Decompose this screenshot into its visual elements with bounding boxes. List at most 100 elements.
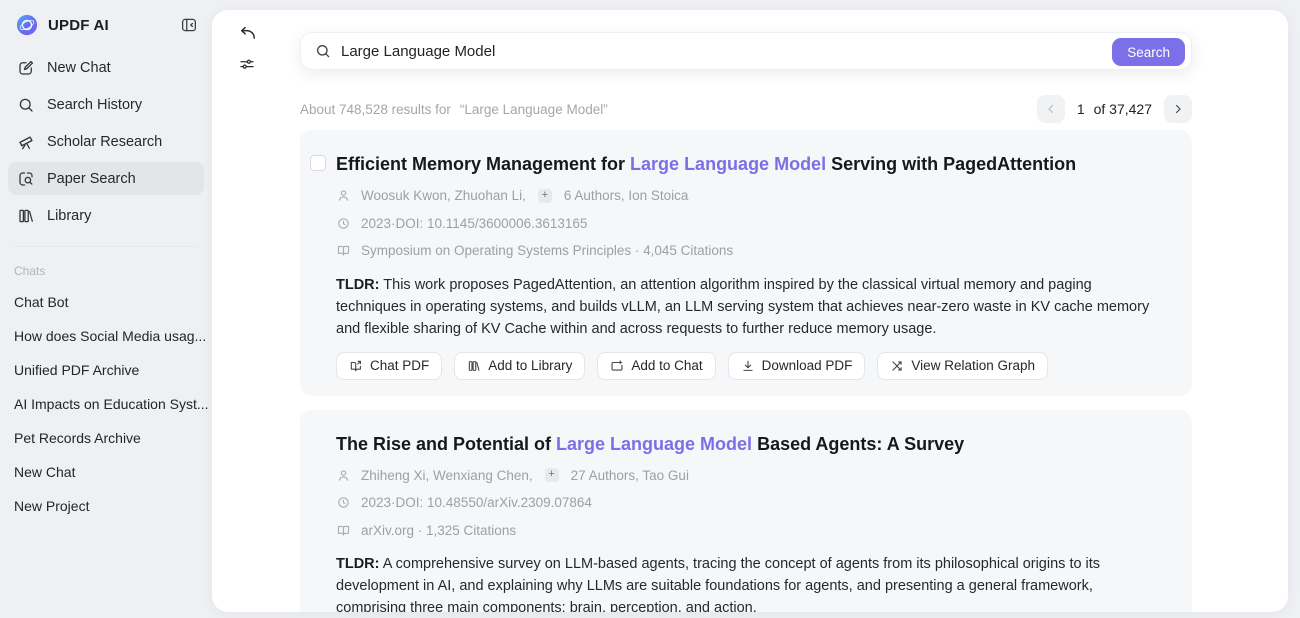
venue-text: arXiv.org · 1,325 Citations — [361, 522, 517, 538]
results-summary: About 748,528 results for “Large Languag… — [300, 102, 608, 117]
title-text: Based Agents: A Survey — [752, 433, 965, 454]
sidebar-nav: New Chat Search History Scholar Research — [0, 51, 212, 232]
open-book-icon — [336, 243, 351, 258]
title-highlight: Large Language Model — [630, 154, 827, 174]
download-pdf-button[interactable]: Download PDF — [727, 351, 866, 380]
pagination: 1 of 37,427 — [1036, 95, 1192, 123]
main-content: Search About 748,528 results for “Large … — [212, 10, 1288, 612]
authors-row: Zhiheng Xi, Wenxiang Chen, + 27 Authors,… — [336, 467, 1156, 483]
sidebar-item-label: Search History — [47, 96, 143, 113]
sidebar-item-library[interactable]: Library — [8, 199, 204, 232]
paper-card: Efficient Memory Management for Large La… — [300, 130, 1192, 396]
authors-rest: 6 Authors, Ion Stoica — [563, 188, 689, 203]
button-label: View Relation Graph — [911, 358, 1035, 373]
person-icon — [336, 468, 351, 483]
date-doi-text: 2023·DOI: 10.1145/3600006.3613165 — [361, 215, 588, 231]
sidebar: UPDF AI New Chat Search History Scholar … — [0, 0, 212, 618]
tldr-paragraph: TLDR: A comprehensive survey on LLM-base… — [336, 553, 1156, 612]
tldr-text: This work proposes PagedAttention, an at… — [336, 276, 1150, 337]
search-button[interactable]: Search — [1112, 38, 1185, 66]
clock-icon — [336, 495, 351, 510]
compose-icon — [17, 59, 35, 77]
paper-checkbox[interactable] — [310, 155, 326, 171]
library-books-icon — [467, 359, 481, 373]
chat-item[interactable]: New Project — [0, 489, 212, 523]
sidebar-item-label: Library — [47, 207, 92, 224]
authors-rest: 27 Authors, Tao Gui — [570, 467, 689, 483]
venue-row: Symposium on Operating Systems Principle… — [336, 243, 1156, 259]
relation-graph-icon — [890, 359, 904, 373]
results-row: About 748,528 results for “Large Languag… — [300, 95, 1192, 123]
paper-title[interactable]: Efficient Memory Management for Large La… — [336, 152, 1156, 176]
results-summary-query: “Large Language Model” — [459, 101, 608, 117]
more-authors-badge[interactable]: + — [537, 188, 552, 203]
title-text: Efficient Memory Management for — [336, 154, 631, 174]
chat-item[interactable]: Chat Bot — [0, 285, 212, 319]
main-panel: Search About 748,528 results for “Large … — [212, 10, 1288, 612]
chat-list: Chat Bot How does Social Media usag... U… — [0, 285, 212, 523]
chat-pdf-button[interactable]: Chat PDF — [336, 351, 443, 380]
sidebar-item-search-history[interactable]: Search History — [8, 88, 204, 121]
authors-first: Zhiheng Xi, Wenxiang Chen, — [361, 467, 533, 483]
title-text: Serving with PagedAttention — [826, 154, 1077, 174]
page-indicator: 1 of 37,427 — [1077, 101, 1152, 117]
collapse-sidebar-icon[interactable] — [178, 14, 200, 36]
paper-title[interactable]: The Rise and Potential of Large Language… — [336, 432, 1156, 456]
telescope-icon — [17, 133, 35, 151]
search-icon — [17, 96, 35, 114]
current-page: 1 — [1076, 101, 1085, 117]
tldr-text: A comprehensive survey on LLM-based agen… — [336, 556, 1101, 612]
total-pages: of 37,427 — [1093, 101, 1152, 117]
chat-item[interactable]: Unified PDF Archive — [0, 353, 212, 387]
authors-row: Woosuk Kwon, Zhuohan Li, + 6 Authors, Io… — [336, 188, 1156, 204]
chat-item[interactable]: How does Social Media usag... — [0, 319, 212, 353]
sidebar-item-new-chat[interactable]: New Chat — [8, 51, 204, 84]
sidebar-item-label: Scholar Research — [47, 133, 163, 150]
sidebar-item-paper-search[interactable]: Paper Search — [8, 162, 204, 195]
person-icon — [336, 188, 351, 203]
button-label: Download PDF — [761, 358, 853, 373]
paper-actions: Chat PDF Add to Library Add to Chat Down… — [336, 351, 1156, 380]
chat-pdf-icon — [349, 359, 363, 373]
back-icon[interactable] — [238, 24, 258, 44]
venue-row: arXiv.org · 1,325 Citations — [336, 522, 1156, 538]
download-icon — [741, 359, 755, 373]
chat-item[interactable]: Pet Records Archive — [0, 421, 212, 455]
sidebar-item-scholar-research[interactable]: Scholar Research — [8, 125, 204, 158]
toolbar-column — [238, 24, 258, 75]
sidebar-item-label: New Chat — [47, 59, 111, 76]
date-doi-text: 2023·DOI: 10.48550/arXiv.2309.07864 — [361, 495, 592, 510]
button-label: Chat PDF — [370, 358, 430, 373]
brand-row: UPDF AI — [0, 0, 212, 37]
search-input[interactable] — [341, 42, 1121, 60]
chats-section-label: Chats — [14, 264, 46, 278]
results-summary-prefix: About 748,528 results for — [300, 101, 451, 117]
filter-sliders-icon[interactable] — [238, 55, 258, 75]
tldr-label: TLDR: — [336, 556, 380, 572]
paper-search-icon — [17, 170, 35, 188]
updf-ai-logo-icon — [16, 14, 38, 36]
venue-text: Symposium on Operating Systems Principle… — [361, 243, 734, 258]
folder-plus-icon — [610, 359, 624, 373]
tldr-label: TLDR: — [336, 276, 380, 293]
open-book-icon — [336, 523, 351, 538]
button-label: Add to Chat — [631, 358, 703, 373]
chat-item[interactable]: New Chat — [0, 455, 212, 489]
add-to-library-button[interactable]: Add to Library — [454, 351, 586, 380]
paper-card: The Rise and Potential of Large Language… — [300, 409, 1192, 612]
sidebar-divider — [14, 246, 198, 247]
more-authors-badge[interactable]: + — [544, 468, 559, 482]
brand-name: UPDF AI — [48, 16, 109, 34]
search-bar: Search — [300, 32, 1192, 70]
view-relation-graph-button[interactable]: View Relation Graph — [877, 351, 1048, 380]
next-page-button[interactable] — [1164, 95, 1192, 123]
prev-page-button[interactable] — [1036, 95, 1065, 123]
add-to-chat-button[interactable]: Add to Chat — [597, 351, 716, 380]
date-doi-row: 2023·DOI: 10.48550/arXiv.2309.07864 — [336, 495, 1156, 511]
authors-first: Woosuk Kwon, Zhuohan Li, — [361, 188, 526, 203]
library-books-icon — [17, 207, 35, 225]
title-highlight: Large Language Model — [556, 433, 753, 454]
chat-item[interactable]: AI Impacts on Education Syst... — [0, 387, 212, 421]
date-doi-row: 2023·DOI: 10.1145/3600006.3613165 — [336, 215, 1156, 231]
sidebar-item-label: Paper Search — [47, 170, 136, 187]
